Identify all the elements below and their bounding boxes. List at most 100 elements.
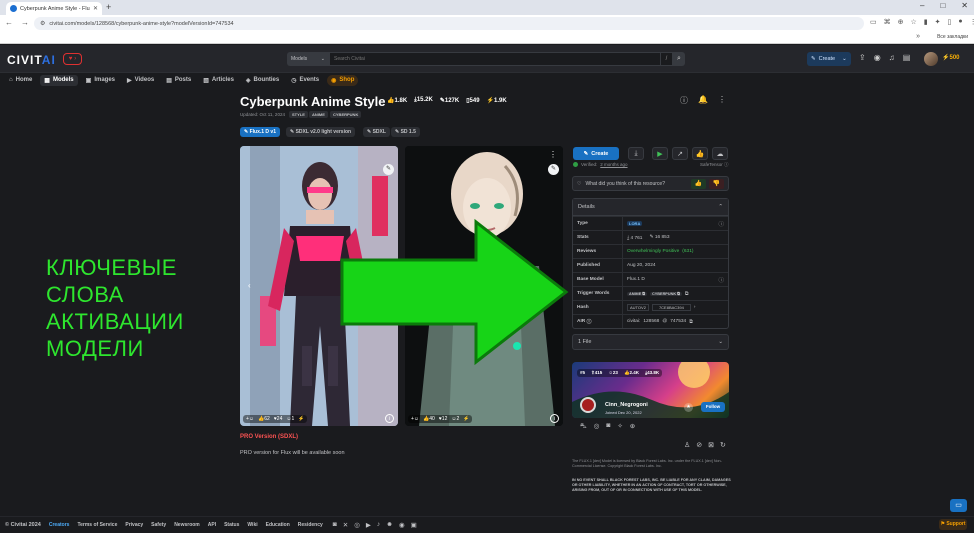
image-info-icon[interactable]: i — [385, 414, 394, 423]
tiktok-icon[interactable]: ♪ — [377, 521, 380, 529]
cast-icon[interactable]: ▭ — [870, 18, 877, 26]
footer-link[interactable]: Residency — [298, 522, 323, 528]
nav-posts[interactable]: ▤ Posts — [162, 75, 195, 86]
info-icon[interactable]: ⓘ — [718, 220, 724, 228]
info-icon[interactable]: ⓘ — [587, 318, 592, 325]
share-icon[interactable]: ↗ — [672, 147, 688, 160]
trigger-word[interactable]: CYBERPUNK ⧉ — [650, 291, 682, 296]
url-field[interactable]: ⚙ civitai.com/models/128568/cyberpunk-an… — [34, 17, 864, 30]
footer-link[interactable]: Safety — [151, 522, 166, 528]
version-chip[interactable]: ✎ SDXL v2.0 light version — [286, 127, 356, 137]
footer-link[interactable]: API — [208, 522, 216, 528]
upload-icon[interactable]: ⇪ — [859, 53, 866, 62]
back-icon[interactable]: ← — [5, 18, 13, 27]
detail-value[interactable]: Overwhelmingly Positive (631) — [623, 249, 728, 254]
reaction-laugh[interactable]: ☺2 — [451, 416, 459, 422]
search-icon[interactable]: ⌕ — [673, 52, 685, 66]
more-dots-icon[interactable]: ⋮ — [718, 95, 726, 106]
camera-icon[interactable]: ◙ — [606, 422, 610, 431]
reaction-like[interactable]: 👍62 — [258, 416, 270, 422]
follow-button[interactable]: Follow — [701, 402, 725, 412]
nav-shop[interactable]: ◉ Shop — [327, 74, 359, 86]
play-icon[interactable]: ▶ — [652, 147, 668, 160]
reaction-buzz[interactable]: ⚡ — [463, 416, 469, 422]
chat-button[interactable]: ▭ — [950, 499, 967, 512]
new-tab-icon[interactable]: + — [106, 2, 111, 12]
prev-arrow-icon[interactable]: ‹ — [248, 281, 251, 290]
tag-chip[interactable]: CYBERPUNK — [330, 111, 362, 118]
support-heart-button[interactable]: ♥ › — [63, 53, 82, 65]
profile-icon[interactable]: ● — [958, 18, 962, 26]
tag-chip[interactable]: STYLE — [289, 111, 308, 118]
info-icon[interactable]: ⓘ — [680, 95, 688, 106]
nav-home[interactable]: ⌂ Home — [5, 75, 36, 86]
bookmark-star-icon[interactable]: ☆ — [911, 18, 917, 26]
footer-link[interactable]: Privacy — [125, 522, 143, 528]
footer-link[interactable]: Status — [224, 522, 239, 528]
nav-events[interactable]: ◷ Events — [287, 75, 323, 86]
nav-articles[interactable]: ▧ Articles — [199, 75, 238, 86]
info-icon[interactable]: ⓘ — [724, 162, 729, 167]
footer-link[interactable]: Creators — [49, 522, 70, 528]
refresh-license-icon[interactable]: ↻ — [720, 441, 726, 449]
menu-dots-icon[interactable]: ⋮ — [970, 18, 974, 26]
bulb-icon[interactable]: ✧ — [617, 422, 622, 431]
reaction-heart[interactable]: ♥24 — [274, 416, 283, 422]
creator-avatar[interactable] — [580, 397, 596, 413]
site-info-icon[interactable]: ⚙ — [40, 20, 45, 27]
eye-icon[interactable]: ◉ — [874, 53, 881, 62]
all-bookmarks[interactable]: Все закладки — [937, 34, 968, 40]
browser-tab[interactable]: Cyberpunk Anime Style - Flux.1 D... ✕ — [6, 2, 102, 15]
close-tab-icon[interactable]: ✕ — [93, 5, 98, 12]
civitai-logo[interactable]: CIVITAI — [7, 53, 56, 67]
add-reaction-icon[interactable]: +☺ — [246, 416, 254, 422]
nav-images[interactable]: ▣ Images — [82, 75, 119, 86]
extension-icon[interactable]: ▮ — [924, 18, 928, 26]
details-header[interactable]: Details ⌃ — [573, 199, 728, 216]
twitch-icon[interactable]: ▣ — [411, 521, 417, 529]
youtube-icon[interactable]: ▶ — [366, 521, 371, 529]
thumbs-up-button[interactable]: 👍 — [691, 179, 706, 189]
remix-icon[interactable]: ✎ — [548, 164, 559, 175]
create-button[interactable]: ✎ Create ⌄ — [807, 52, 851, 66]
discord-icon[interactable]: ◙ — [333, 521, 337, 529]
close-window-icon[interactable]: ✕ — [961, 1, 968, 10]
support-button[interactable]: ⚑ Support — [939, 519, 967, 530]
download-icon[interactable]: ⤓ — [628, 147, 644, 160]
globe-icon[interactable]: ◎ — [594, 422, 600, 431]
x-icon[interactable]: ✕ — [343, 521, 348, 529]
panel-create-button[interactable]: ✎ Create — [573, 147, 619, 160]
minimize-icon[interactable]: – — [920, 1, 924, 10]
tag-chip[interactable]: ANIME — [309, 111, 328, 118]
image-menu-icon[interactable]: ⋮ — [549, 150, 557, 159]
bell-icon[interactable]: 🔔 — [698, 95, 708, 106]
chevron-right-icon[interactable]: › — [694, 305, 696, 310]
extensions-icon[interactable]: ✦ — [935, 18, 941, 26]
footer-link[interactable]: Terms of Service — [77, 522, 117, 528]
sidepanel-icon[interactable]: ▯ — [948, 18, 952, 26]
cloud-icon[interactable]: ☁ — [712, 147, 728, 160]
reddit-icon[interactable]: ☻ — [386, 521, 393, 529]
user-avatar[interactable] — [924, 52, 938, 66]
add-reaction-icon[interactable]: +☺ — [411, 416, 419, 422]
footer-link[interactable]: Newsroom — [174, 522, 200, 528]
nav-models[interactable]: ▦ Models — [40, 74, 78, 86]
tip-icon[interactable]: ★ — [684, 403, 693, 412]
footer-link[interactable]: Wiki — [247, 522, 257, 528]
reaction-heart[interactable]: ♥12 — [439, 416, 448, 422]
bookmarks-chevron-icon[interactable]: » — [916, 33, 920, 40]
creator-name[interactable]: Cinn_Negrogoni — [605, 402, 648, 408]
person-license-icon[interactable]: ♙ — [684, 441, 690, 449]
reaction-buzz[interactable]: ⚡ — [298, 416, 304, 422]
remix-icon[interactable]: ✎ — [383, 164, 394, 175]
copy-icon[interactable]: ⧉ — [689, 319, 692, 325]
nav-videos[interactable]: ▶ Videos — [123, 75, 158, 86]
web-icon[interactable]: ⊕ — [630, 422, 635, 431]
maximize-icon[interactable]: □ — [940, 1, 945, 10]
copy-icon[interactable]: ⧉ — [685, 291, 688, 297]
search-input[interactable] — [329, 52, 661, 66]
instagram-icon[interactable]: ◎ — [354, 521, 360, 529]
trigger-word[interactable]: ANIME ⧉ — [627, 291, 648, 296]
no-image-icon[interactable]: ⊠ — [708, 441, 714, 449]
image-info-icon[interactable]: i — [550, 414, 559, 423]
